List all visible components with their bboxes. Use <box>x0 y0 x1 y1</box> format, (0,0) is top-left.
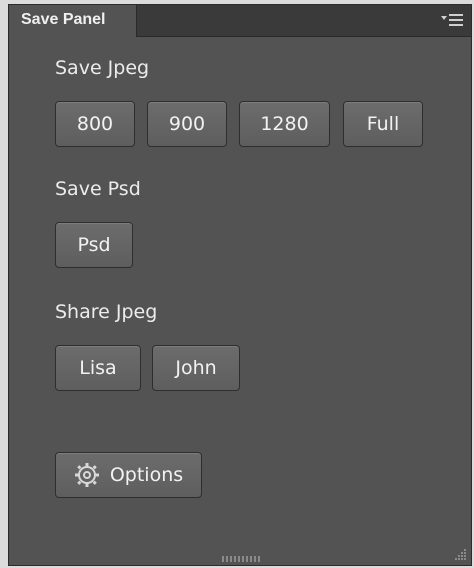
panel-menu-icon[interactable] <box>441 13 463 27</box>
share-jpeg-label: Share Jpeg <box>55 301 158 323</box>
options-label: Options <box>109 464 184 486</box>
tab-save-panel[interactable]: Save Panel <box>9 5 137 37</box>
share-john-button[interactable]: John <box>152 345 240 391</box>
resize-corner-icon[interactable] <box>453 547 467 561</box>
save-jpeg-full-button[interactable]: Full <box>343 101 423 147</box>
gear-icon <box>74 463 99 487</box>
save-jpeg-label: Save Jpeg <box>55 57 150 79</box>
save-psd-button[interactable]: Psd <box>55 222 133 268</box>
save-jpeg-800-button[interactable]: 800 <box>55 101 135 147</box>
share-lisa-button[interactable]: Lisa <box>55 345 141 391</box>
save-jpeg-900-button[interactable]: 900 <box>147 101 227 147</box>
options-button[interactable]: Options <box>55 452 202 498</box>
save-panel: Save Panel Save Jpeg 800 900 1280 Full S… <box>8 4 472 566</box>
save-jpeg-1280-button[interactable]: 1280 <box>239 101 330 147</box>
resize-grip-icon[interactable] <box>221 555 261 563</box>
panel-tab-bar: Save Panel <box>9 5 471 37</box>
save-psd-label: Save Psd <box>55 178 141 200</box>
